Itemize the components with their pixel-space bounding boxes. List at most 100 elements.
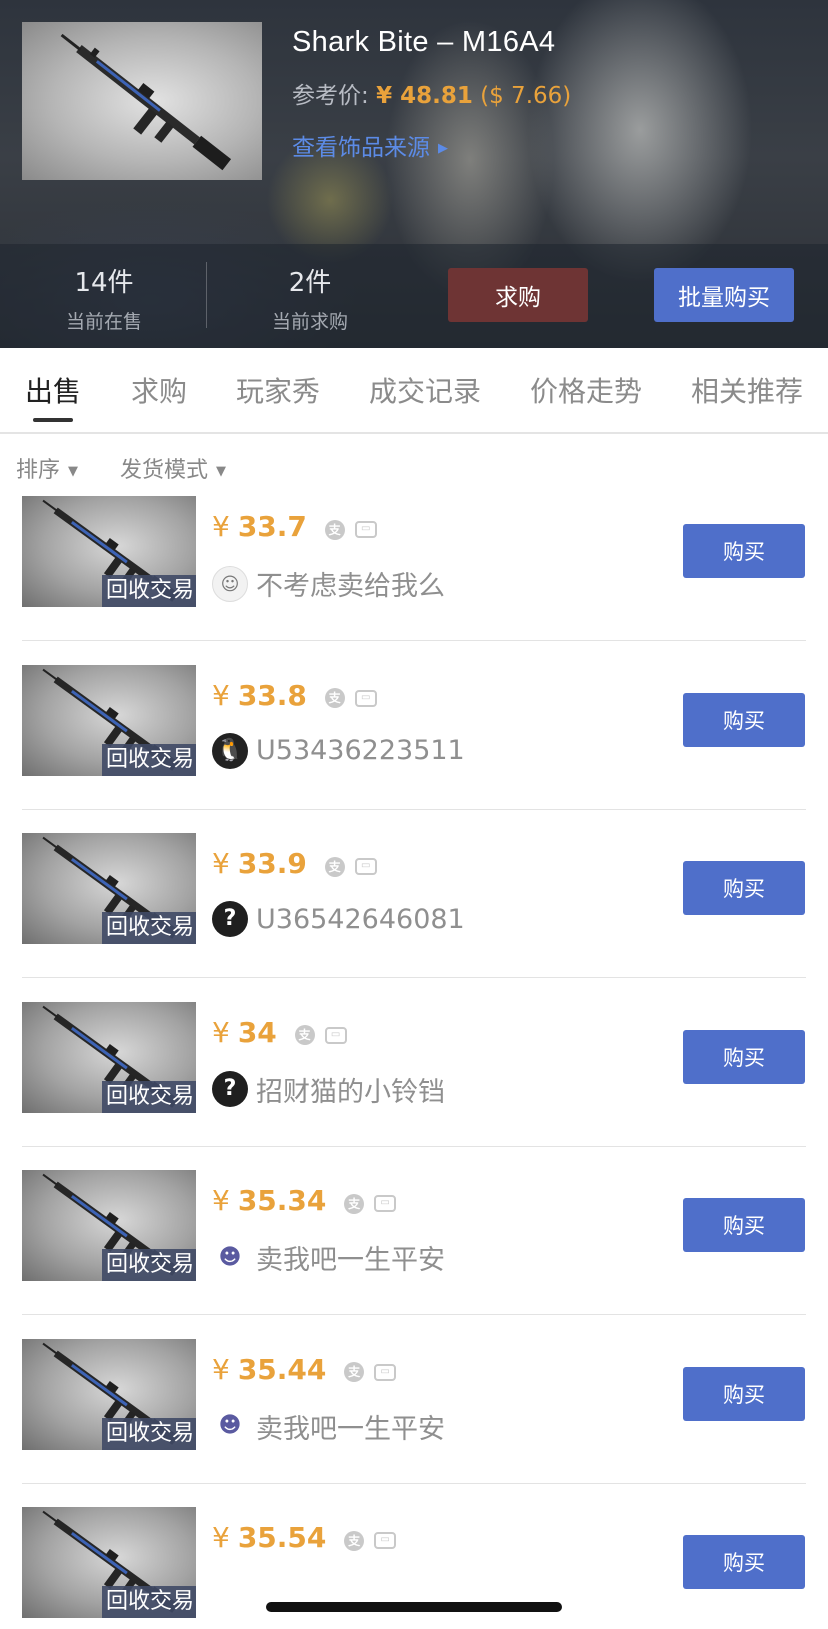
- avatar: ?: [212, 901, 248, 937]
- card-icon: ▭: [354, 858, 377, 875]
- buy-button[interactable]: 购买: [683, 1198, 805, 1252]
- listing-thumbnail[interactable]: 回收交易: [22, 1001, 196, 1113]
- listing-thumbnail[interactable]: 回收交易: [22, 833, 196, 944]
- reference-price-cny: ¥ 48.81: [376, 83, 473, 109]
- buy-button[interactable]: 购买: [683, 1029, 805, 1084]
- price-amount: 33.7: [237, 510, 307, 543]
- on-sale-count: 14件: [74, 268, 134, 298]
- tab-price-trend[interactable]: 价格走势: [530, 370, 642, 410]
- recycle-trade-tag: 回收交易: [101, 743, 196, 776]
- item-title: Shark Bite – M16A4: [292, 26, 556, 58]
- item-image: [22, 22, 262, 180]
- stat-on-sale: 14件 当前在售: [14, 262, 194, 334]
- listing-row-1: 回收交易 ¥33.7 支 ▭ ☺ 不考虑卖给我么 购买: [0, 496, 828, 671]
- buy-button[interactable]: 购买: [683, 524, 805, 578]
- seller-info[interactable]: ☺ 不考虑卖给我么: [212, 564, 445, 602]
- sort-filter[interactable]: 排序 ▼: [16, 452, 78, 484]
- listing-price: ¥34 支 ▭: [212, 1016, 357, 1051]
- reference-price-usd: ($ 7.66): [480, 83, 572, 109]
- currency-symbol: ¥: [212, 847, 230, 880]
- listing-thumbnail[interactable]: 回收交易: [22, 1170, 196, 1281]
- listing-thumbnail[interactable]: 回收交易: [22, 496, 196, 607]
- recycle-trade-tag: 回收交易: [101, 1586, 196, 1618]
- payment-methods: 支 ▭: [324, 849, 387, 882]
- card-icon: ▭: [374, 1532, 397, 1549]
- bulk-buy-button[interactable]: 批量购买: [654, 268, 794, 322]
- caret-down-icon: ▼: [68, 463, 79, 479]
- alipay-icon: 支: [344, 1530, 365, 1551]
- price-amount: 33.8: [237, 678, 307, 712]
- row-divider: [22, 977, 806, 978]
- delivery-mode-filter[interactable]: 发货模式 ▼: [120, 452, 226, 484]
- recycle-trade-tag: 回收交易: [101, 575, 196, 607]
- payment-methods: 支 ▭: [344, 1354, 406, 1387]
- delivery-mode-label: 发货模式: [120, 458, 209, 483]
- card-icon: ▭: [354, 689, 377, 707]
- seller-info[interactable]: [212, 1575, 220, 1611]
- tab-bar: 出售 求购 玩家秀 成交记录 价格走势 相关推荐: [0, 348, 828, 434]
- listing-thumbnail[interactable]: 回收交易: [22, 1338, 196, 1450]
- listing-price: ¥33.7 支 ▭: [212, 510, 387, 545]
- row-divider: [22, 640, 806, 641]
- tab-related[interactable]: 相关推荐: [691, 370, 803, 410]
- triangle-right-icon: ▶: [438, 141, 448, 156]
- rifle-icon: [60, 33, 232, 171]
- stat-divider: [206, 262, 207, 328]
- listing-price: ¥33.9 支 ▭: [212, 847, 387, 882]
- buy-button[interactable]: 购买: [683, 692, 805, 747]
- reference-price: 参考价: ¥ 48.81 ($ 7.66): [292, 76, 571, 110]
- card-icon: ▭: [324, 1026, 347, 1044]
- card-icon: ▭: [374, 1195, 397, 1212]
- seller-name: 卖我吧一生平安: [256, 1413, 445, 1445]
- listing-row-5: 回收交易 ¥35.34 支 ▭ ☻ 卖我吧一生平安 购买: [0, 1170, 828, 1345]
- currency-symbol: ¥: [212, 510, 230, 543]
- tab-player-show[interactable]: 玩家秀: [236, 370, 320, 410]
- seller-info[interactable]: ? U36542646081: [212, 901, 465, 937]
- price-amount: 35.54: [237, 1521, 327, 1554]
- view-source-link[interactable]: 查看饰品来源 ▶: [292, 128, 448, 162]
- tab-wanted[interactable]: 求购: [131, 370, 187, 410]
- seller-name: 招财猫的小铃铛: [256, 1076, 445, 1108]
- avatar: 🐧: [212, 732, 248, 769]
- recycle-trade-tag: 回收交易: [101, 1249, 196, 1281]
- price-amount: 34: [237, 1015, 277, 1049]
- want-to-buy-button[interactable]: 求购: [448, 268, 588, 322]
- recycle-trade-tag: 回收交易: [101, 1080, 196, 1113]
- avatar: ☺: [212, 565, 248, 602]
- listing-price: ¥35.44 支 ▭: [212, 1353, 406, 1388]
- listing-price: ¥33.8 支 ▭: [212, 679, 387, 714]
- seller-info[interactable]: 🐧 U53436223511: [212, 732, 465, 769]
- tab-sell[interactable]: 出售: [25, 370, 81, 410]
- seller-info[interactable]: ☻ 卖我吧一生平安: [212, 1238, 445, 1276]
- stats-bar: 14件 当前在售 2件 当前求购 求购 批量购买: [0, 244, 828, 348]
- listing-row-2: 回收交易 ¥33.8 支 ▭ 🐧 U53436223511 购买: [0, 664, 828, 840]
- seller-info[interactable]: ? 招财猫的小铃铛: [212, 1070, 445, 1108]
- reference-price-label: 参考价:: [292, 83, 369, 109]
- seller-name: U36542646081: [256, 903, 465, 935]
- alipay-icon: 支: [324, 519, 345, 540]
- alipay-icon: 支: [324, 856, 345, 877]
- seller-name: 不考虑卖给我么: [256, 571, 445, 602]
- payment-methods: 支 ▭: [344, 1186, 406, 1219]
- listing-thumbnail[interactable]: 回收交易: [22, 1507, 196, 1618]
- listing-thumbnail[interactable]: 回收交易: [22, 664, 196, 776]
- listing-price: ¥35.34 支 ▭: [212, 1184, 406, 1219]
- alipay-icon: 支: [324, 688, 345, 708]
- card-icon: ▭: [354, 521, 377, 538]
- seller-info[interactable]: ☻ 卖我吧一生平安: [212, 1407, 445, 1445]
- recycle-trade-tag: 回收交易: [101, 1417, 196, 1450]
- buy-button[interactable]: 购买: [683, 1366, 805, 1421]
- buy-button[interactable]: 购买: [683, 1535, 805, 1589]
- listing-row-4: 回收交易 ¥34 支 ▭ ? 招财猫的小铃铛 购买: [0, 1001, 828, 1177]
- tab-trade-history[interactable]: 成交记录: [369, 370, 481, 410]
- buy-button[interactable]: 购买: [683, 861, 805, 915]
- item-header: Shark Bite – M16A4 参考价: ¥ 48.81 ($ 7.66)…: [0, 0, 828, 348]
- on-sale-label: 当前在售: [65, 311, 142, 333]
- alipay-icon: 支: [294, 1025, 315, 1045]
- price-amount: 35.34: [237, 1184, 327, 1217]
- listing-row-3: 回收交易 ¥33.9 支 ▭ ? U36542646081 购买: [0, 833, 828, 1008]
- payment-methods: 支 ▭: [294, 1017, 357, 1050]
- payment-methods: 支 ▭: [344, 1523, 406, 1556]
- seller-name: U53436223511: [256, 735, 465, 766]
- price-amount: 33.9: [237, 847, 307, 880]
